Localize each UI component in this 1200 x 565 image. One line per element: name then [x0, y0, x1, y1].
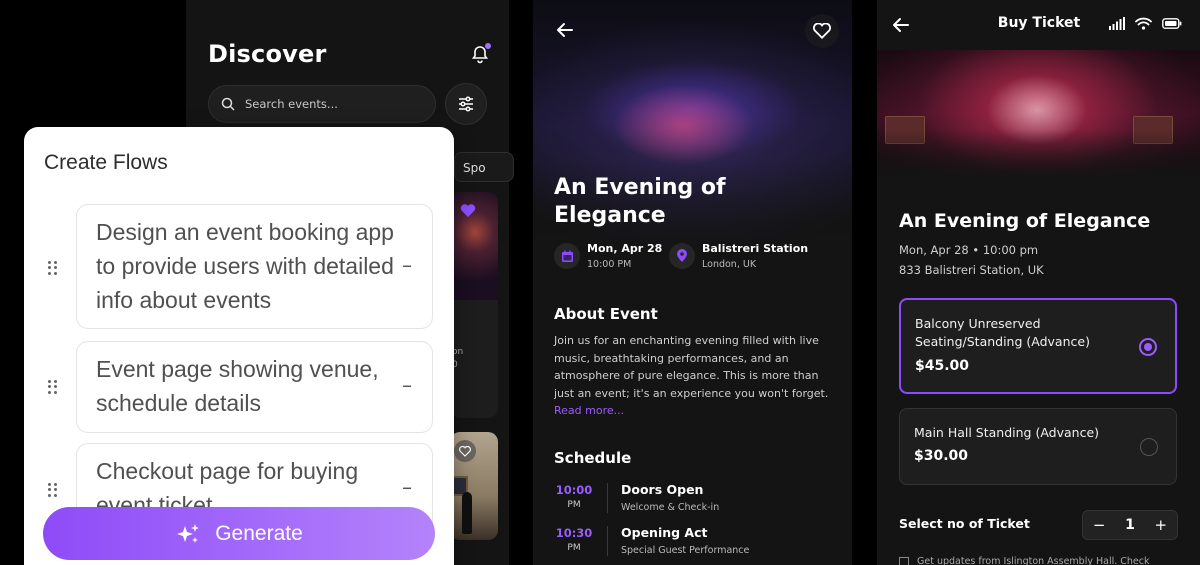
schedule-period: PM: [567, 543, 581, 553]
event-card-image: [462, 492, 472, 534]
quantity-value: 1: [1125, 517, 1135, 533]
schedule-time: 10:30 PM: [554, 526, 594, 553]
drag-handle-icon[interactable]: [48, 261, 58, 275]
event-address: 833 Balistreri Station, UK: [899, 263, 1044, 277]
sliders-icon: [459, 96, 473, 112]
header-title: Buy Ticket: [997, 15, 1081, 31]
event-banner-image: [877, 50, 1200, 180]
schedule-period: PM: [567, 500, 581, 510]
event-date: Mon, Apr 28: [587, 242, 663, 255]
sparkles-icon: [177, 523, 200, 543]
event-venue: Balistreri Station: [702, 242, 809, 255]
ticket-price: $45.00: [915, 358, 970, 374]
schedule-divider: [607, 483, 608, 513]
search-placeholder: Search events...: [245, 97, 338, 111]
about-heading: About Event: [554, 305, 658, 323]
schedule-divider: [607, 526, 608, 556]
generate-button[interactable]: Generate: [43, 507, 435, 560]
increment-button[interactable]: +: [1155, 516, 1168, 534]
event-details-screen: An Evening of Elegance Mon, Apr 28 10:00…: [533, 0, 852, 565]
event-card[interactable]: on 0: [450, 192, 498, 418]
battery-icon: [1162, 18, 1182, 29]
drag-handle-icon[interactable]: [48, 380, 58, 394]
schedule-subtitle: Special Guest Performance: [621, 545, 750, 556]
remove-icon[interactable]: –: [402, 475, 412, 499]
decrement-button[interactable]: −: [1093, 516, 1106, 534]
event-card[interactable]: [450, 432, 498, 540]
schedule-time: 10:00 PM: [554, 483, 594, 510]
read-more-link[interactable]: Read more...: [554, 404, 624, 417]
updates-checkbox-row[interactable]: Get updates from Islington Assembly Hall…: [899, 556, 1150, 565]
schedule-hour: 10:30: [555, 526, 593, 540]
favorite-button[interactable]: [805, 14, 839, 48]
event-title: An Evening of Elegance: [899, 210, 1151, 232]
ticket-name: Balcony Unreserved Seating/Standing (Adv…: [915, 316, 1090, 349]
flow-item[interactable]: Design an event booking app to provide u…: [76, 204, 433, 329]
event-datetime: Mon, Apr 28 • 10:00 pm: [899, 243, 1039, 257]
ticket-price: $30.00: [914, 448, 969, 464]
location-pin-icon: [669, 243, 695, 269]
back-arrow-icon[interactable]: [555, 20, 575, 40]
signal-icon: [1109, 17, 1125, 30]
create-flows-title: Create Flows: [44, 151, 168, 174]
notification-bell-icon[interactable]: [470, 43, 491, 64]
quantity-stepper[interactable]: − 1 +: [1082, 510, 1178, 540]
status-icons: [1109, 17, 1182, 30]
schedule-title: Doors Open: [621, 482, 704, 497]
schedule-heading: Schedule: [554, 449, 632, 467]
wifi-icon: [1135, 17, 1152, 30]
generate-label: Generate: [215, 521, 303, 545]
ticket-name: Main Hall Standing (Advance): [914, 425, 1100, 440]
search-input[interactable]: Search events...: [208, 85, 436, 123]
flow-item[interactable]: Event page showing venue, schedule detai…: [76, 341, 433, 433]
back-arrow-icon[interactable]: [891, 15, 911, 35]
updates-checkbox[interactable]: [899, 556, 909, 565]
ticket-option[interactable]: Main Hall Standing (Advance) $30.00: [899, 408, 1177, 485]
schedule-hour: 10:00: [555, 483, 593, 497]
event-time: 10:00 PM: [587, 259, 632, 270]
notification-dot: [485, 43, 491, 49]
event-hero-image: [533, 0, 852, 280]
remove-icon[interactable]: –: [402, 373, 412, 397]
remove-icon[interactable]: –: [402, 253, 412, 277]
category-chip[interactable]: Spo: [454, 152, 514, 182]
calendar-icon: [554, 243, 580, 269]
ticket-option[interactable]: Balcony Unreserved Seating/Standing (Adv…: [899, 298, 1177, 394]
heart-outline-icon: [813, 23, 831, 39]
drag-handle-icon[interactable]: [48, 483, 58, 497]
updates-text: Get updates from Islington Assembly Hall…: [917, 556, 1150, 565]
flow-item-text[interactable]: Design an event booking app to provide u…: [96, 215, 396, 317]
search-icon: [221, 97, 235, 111]
schedule-subtitle: Welcome & Check-in: [621, 502, 720, 513]
flow-item-text[interactable]: Event page showing venue, schedule detai…: [96, 352, 396, 420]
about-text: Join us for an enchanting evening filled…: [554, 332, 838, 420]
heart-icon[interactable]: [460, 204, 476, 218]
quantity-label: Select no of Ticket: [899, 516, 1030, 531]
schedule-title: Opening Act: [621, 525, 708, 540]
buy-ticket-screen: Buy Ticket An Evening of Elegance Mon, A…: [877, 0, 1200, 565]
page-title: Discover: [208, 40, 327, 68]
event-location: London, UK: [702, 259, 757, 270]
ticket-radio[interactable]: [1140, 438, 1158, 456]
about-body: Join us for an enchanting evening filled…: [554, 334, 829, 400]
heart-outline-icon[interactable]: [454, 440, 476, 462]
create-flows-panel: Create Flows Design an event booking app…: [24, 127, 454, 565]
event-title: An Evening of Elegance: [554, 175, 726, 228]
filter-button[interactable]: [445, 83, 487, 125]
screenshot-canvas: Discover Search events... Spo on 0 Creat…: [0, 0, 1200, 565]
ticket-radio-selected[interactable]: [1139, 338, 1157, 356]
